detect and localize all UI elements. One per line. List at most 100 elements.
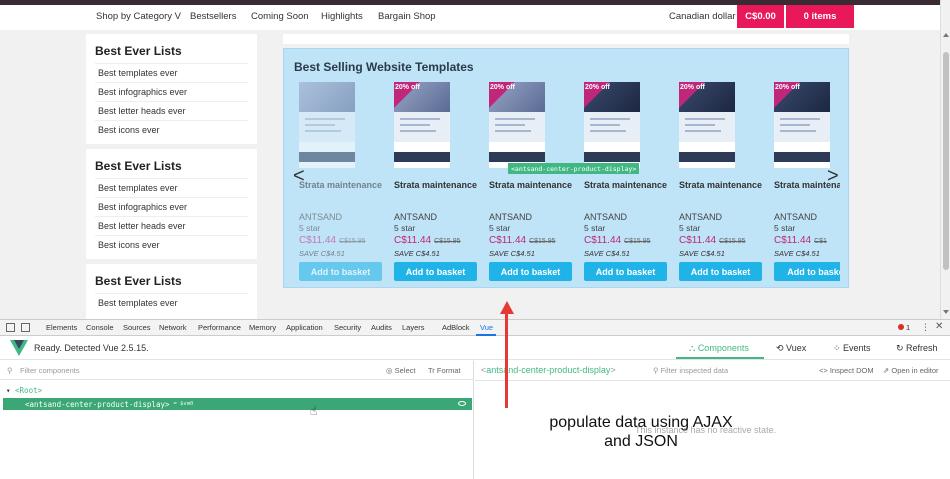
devtools-tab-layers[interactable]: Layers (402, 323, 425, 332)
cart-total-button[interactable]: C$0.00 (737, 5, 784, 28)
product-price: C$11.44 C$15.95 (679, 235, 746, 246)
device-toolbar-icon[interactable] (21, 323, 30, 332)
devtools-tab-audits[interactable]: Audits (371, 323, 392, 332)
product-thumbnail[interactable] (299, 82, 355, 168)
devtools-tab-performance[interactable]: Performance (198, 323, 241, 332)
vue-tab-components[interactable]: ⛬ Components (689, 343, 749, 354)
devtools-tab-elements[interactable]: Elements (46, 323, 77, 332)
devtools-panel: Elements Console Sources Network Perform… (0, 319, 950, 479)
devtools-tab-application[interactable]: Application (286, 323, 323, 332)
sidebar-title: Best Ever Lists (95, 274, 182, 288)
add-to-basket-button[interactable]: Add to basket (299, 262, 382, 281)
cart-items-button[interactable]: 0 items (786, 5, 854, 28)
devtools-tab-memory[interactable]: Memory (249, 323, 276, 332)
product-thumbnail[interactable]: 20% off (394, 82, 450, 168)
sidebar-item[interactable]: Best templates ever (95, 293, 248, 312)
devtools-tab-sources[interactable]: Sources (123, 323, 151, 332)
format-toggle-button[interactable]: Tr Format (428, 366, 461, 375)
add-to-basket-button[interactable]: Add to basket (679, 262, 762, 281)
product-old-price: C$1 (814, 238, 827, 245)
product-name[interactable]: Strata maintenance (679, 180, 762, 190)
product-brand: ANTSAND (489, 212, 533, 222)
annotation-line-2: and JSON (604, 433, 678, 450)
error-count-badge[interactable]: 1 (898, 323, 910, 332)
devtools-tab-console[interactable]: Console (86, 323, 114, 332)
add-to-basket-button[interactable]: Add to basket (394, 262, 477, 281)
devtools-tab-security[interactable]: Security (334, 323, 361, 332)
nav-shop-by-category[interactable]: Shop by Category V (96, 11, 181, 22)
nav-highlights[interactable]: Highlights (321, 11, 363, 22)
select-component-button[interactable]: ◎ Select (386, 366, 416, 375)
product-thumbnail[interactable]: 20% off (774, 82, 830, 168)
more-options-icon[interactable]: ⋮ (921, 322, 930, 333)
component-tree-pane: ⚲ Filter components ◎ Select Tr Format ▾… (0, 361, 474, 479)
product-thumbnail[interactable]: 20% off (489, 82, 545, 168)
vue-tab-vuex[interactable]: ⟲ Vuex (776, 343, 806, 354)
filter-inspected-input[interactable]: ⚲ Filter inspected data (653, 366, 728, 375)
product-old-price: C$15.95 (434, 238, 461, 245)
product-price: C$11.44 C$15.95 (489, 235, 556, 246)
inspect-element-icon[interactable] (6, 323, 15, 332)
sidebar-item[interactable]: Best templates ever (95, 178, 248, 197)
devtools-tab-network[interactable]: Network (159, 323, 187, 332)
eye-icon[interactable] (458, 401, 466, 406)
page-scrollbar[interactable] (940, 0, 950, 319)
sidebar-item[interactable]: Best icons ever (95, 120, 248, 139)
product-thumbnail[interactable]: 20% off (584, 82, 640, 168)
product-old-price: C$15.95 (339, 238, 366, 245)
scroll-up-icon[interactable] (943, 33, 949, 37)
product-name[interactable]: Strata maintenance (394, 180, 477, 190)
sidebar-title: Best Ever Lists (95, 44, 182, 58)
vue-component-overlay-tag: <antsand-center-product-display> (508, 163, 640, 174)
sidebar-list-box: Best Ever Lists Best templates ever Best… (86, 149, 257, 259)
product-price: C$11.44 C$15.95 (584, 235, 651, 246)
tree-component-node-selected[interactable]: <antsand-center-product-display> = $vm0 (3, 398, 472, 410)
search-icon: ⚲ (7, 366, 13, 375)
product-brand: ANTSAND (584, 212, 628, 222)
sidebar-item[interactable]: Best letter heads ever (95, 101, 248, 120)
inspect-dom-button[interactable]: <> Inspect DOM (819, 366, 874, 375)
content-top-strip (283, 34, 849, 44)
tree-root-node[interactable]: ▾ <Root> (6, 386, 42, 395)
vue-status-text: Ready. Detected Vue 2.5.15. (34, 343, 149, 353)
add-to-basket-button[interactable]: Add to basket (584, 262, 667, 281)
vue-tab-events[interactable]: ⁘ Events (833, 343, 871, 354)
nav-bestsellers[interactable]: Bestsellers (190, 11, 236, 22)
annotation-arrow-shaft (505, 313, 508, 408)
discount-badge-text: 20% off (680, 84, 705, 91)
product-thumbnail[interactable]: 20% off (679, 82, 735, 168)
scrollbar-thumb[interactable] (943, 52, 949, 270)
product-old-price: C$15.95 (529, 238, 556, 245)
add-to-basket-button[interactable]: Add to basket (489, 262, 572, 281)
product-savings: SAVE C$4.51 (584, 249, 630, 258)
product-name[interactable]: Strata maintenance (774, 180, 840, 190)
component-filter-row: ⚲ Filter components ◎ Select Tr Format (0, 361, 474, 380)
product-name[interactable]: Strata maintenance (584, 180, 667, 190)
currency-selector[interactable]: Canadian dollar (669, 11, 736, 22)
add-to-basket-button[interactable]: Add to baske (774, 262, 840, 281)
vue-refresh-button[interactable]: ↻ Refresh (896, 343, 938, 354)
open-in-editor-button[interactable]: ⇗ Open in editor (883, 366, 939, 375)
product-name[interactable]: Strata maintenance (299, 180, 382, 190)
devtools-tab-bar: Elements Console Sources Network Perform… (0, 320, 950, 336)
product-savings: SAVE C$4.51 (774, 249, 820, 258)
product-brand: ANTSAND (774, 212, 818, 222)
sidebar-item[interactable]: Best letter heads ever (95, 216, 248, 235)
nav-bargain-shop[interactable]: Bargain Shop (378, 11, 436, 22)
sidebar-item[interactable]: Best infographics ever (95, 82, 248, 101)
annotation-caption: populate data using AJAX and JSON (536, 413, 746, 451)
sidebar-title: Best Ever Lists (95, 159, 182, 173)
filter-components-input[interactable]: Filter components (20, 366, 80, 375)
sidebar-item[interactable]: Best templates ever (95, 63, 248, 82)
sidebar-item[interactable]: Best icons ever (95, 235, 248, 254)
devtools-tab-vue[interactable]: Vue (480, 323, 493, 332)
product-name[interactable]: Strata maintenance (489, 180, 572, 190)
nav-coming-soon[interactable]: Coming Soon (251, 11, 309, 22)
scroll-down-icon[interactable] (943, 310, 949, 314)
close-devtools-icon[interactable]: ✕ (935, 321, 943, 332)
devtools-tab-adblock[interactable]: AdBlock (442, 323, 470, 332)
product-brand: ANTSAND (299, 212, 343, 222)
sidebar-item[interactable]: Best infographics ever (95, 197, 248, 216)
product-savings: SAVE C$4.51 (489, 249, 535, 258)
product-savings: SAVE C$4.51 (299, 249, 345, 258)
